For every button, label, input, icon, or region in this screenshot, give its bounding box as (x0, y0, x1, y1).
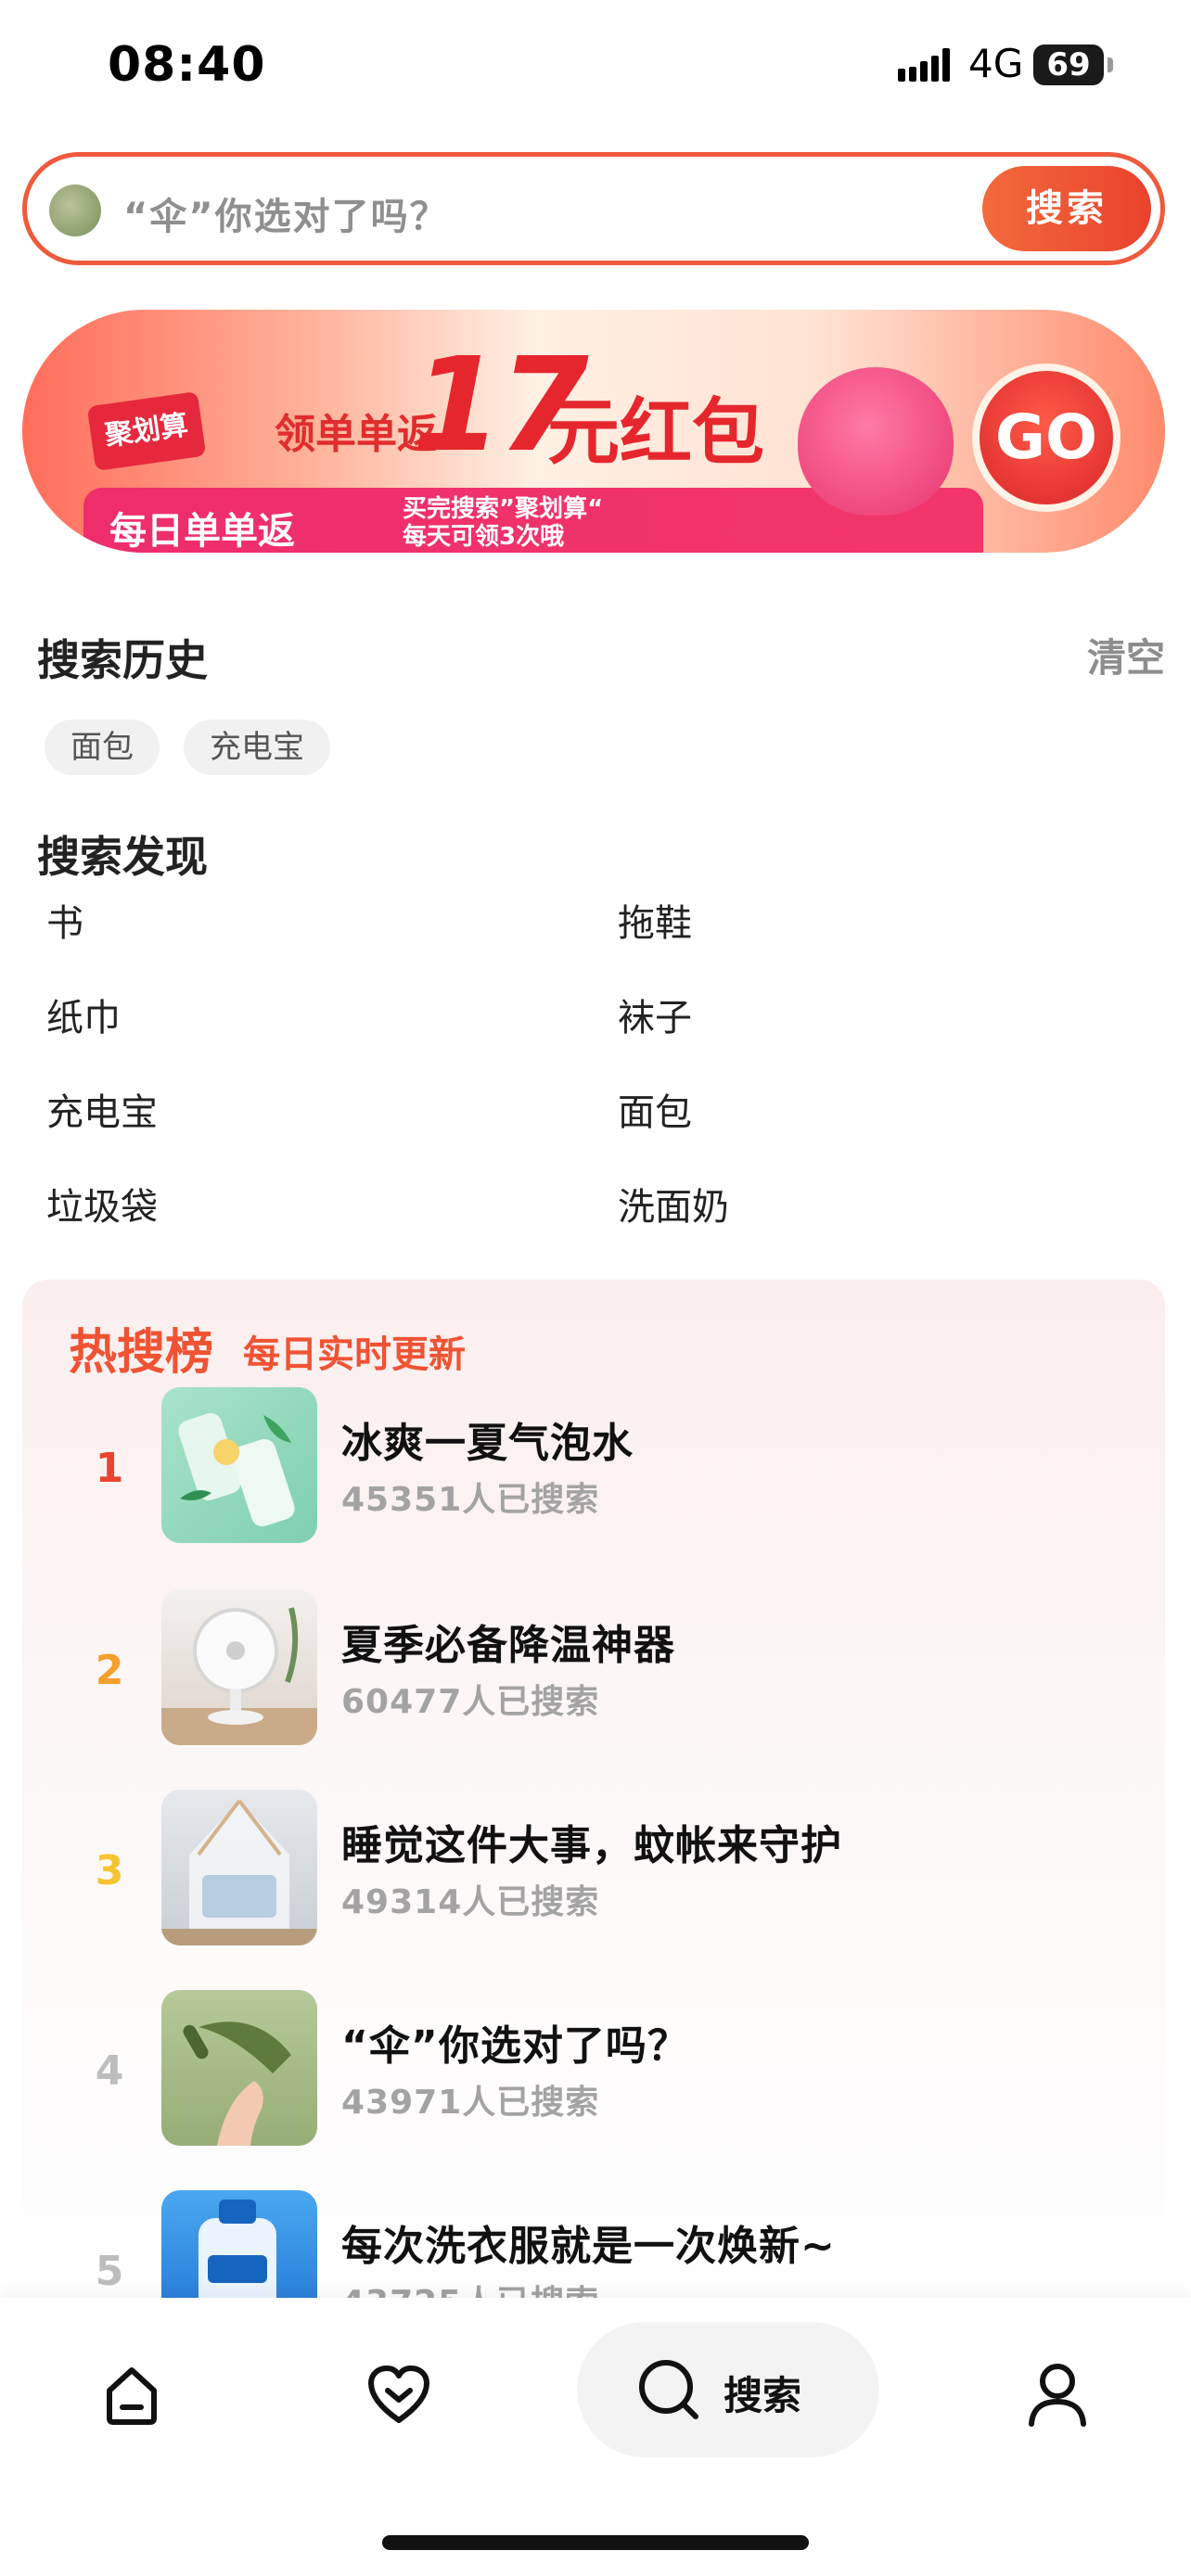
hot-title: 热搜榜 (69, 1325, 214, 1381)
status-time: 08:40 (108, 37, 266, 93)
battery-icon: 69 (1033, 45, 1104, 85)
home-indicator[interactable] (382, 2535, 809, 2550)
history-chips: 面包 充电宝 (45, 720, 330, 775)
history-title: 搜索历史 (37, 635, 208, 685)
banner-strip-title: 每日单单返 (109, 510, 295, 553)
history-chip[interactable]: 充电宝 (184, 720, 330, 775)
hot-item-title: “伞”你选对了吗？ (341, 2022, 689, 2070)
banner-strip-note-1: 买完搜索”聚划算“ (403, 495, 604, 523)
rank-number: 3 (95, 1847, 124, 1894)
octopus-mascot-icon (798, 367, 954, 516)
status-bar: 08:40 4G 69 (0, 0, 1191, 139)
discover-item[interactable]: 面包 (618, 1085, 1159, 1180)
hot-item-count: 45351人已搜索 (341, 1481, 600, 1519)
banner-strip-note-2: 每天可领3次哦 (403, 523, 565, 551)
clear-history-button[interactable]: 清空 (1087, 627, 1165, 683)
hot-list-item[interactable]: 4 “伞”你选对了吗？ 43971人已搜索 (22, 1990, 1165, 2148)
fan-thumbnail (161, 1589, 317, 1745)
nav-search-tab[interactable]: 搜索 (577, 2322, 879, 2457)
discover-item[interactable]: 拖鞋 (618, 896, 1159, 990)
umbrella-thumbnail-icon (49, 185, 101, 236)
search-bar[interactable]: “伞”你选对了吗？ 搜索 (22, 152, 1165, 265)
search-input[interactable]: “伞”你选对了吗？ (123, 186, 449, 240)
battery-tip (1108, 57, 1113, 72)
rank-number: 4 (95, 2047, 124, 2095)
signal-icon (898, 48, 950, 82)
hot-search-panel: 热搜榜 每日实时更新 1 冰爽一夏气泡水 45351人已搜索 2 夏季必备降温神… (22, 1280, 1165, 2318)
rank-number: 5 (95, 2248, 124, 2295)
promo-banner[interactable]: 聚划算 领单单返 17 元红包 每日单单返 买完搜索”聚划算“ 每天可领3次哦 … (22, 310, 1165, 553)
hot-list-item[interactable]: 3 睡觉这件大事，蚊帐来守护 49314人已搜索 (22, 1790, 1165, 1947)
discover-item[interactable]: 充电宝 (46, 1085, 618, 1180)
banner-unit: 元红包 (547, 391, 765, 475)
hot-item-title: 冰爽一夏气泡水 (341, 1420, 634, 1467)
discover-item[interactable]: 袜子 (618, 990, 1159, 1085)
hot-subtitle: 每日实时更新 (243, 1333, 466, 1376)
hot-list-item[interactable]: 1 冰爽一夏气泡水 45351人已搜索 (22, 1387, 1165, 1545)
heart-icon[interactable] (362, 2357, 436, 2431)
hot-list-item[interactable]: 2 夏季必备降温神器 60477人已搜索 (22, 1589, 1165, 1747)
hot-item-title: 每次洗衣服就是一次焕新~ (341, 2223, 836, 2270)
hot-item-count: 43971人已搜索 (341, 2084, 600, 2122)
discover-grid: 书 拖鞋 纸巾 袜子 充电宝 面包 垃圾袋 洗面奶 (46, 896, 1159, 1274)
search-icon (639, 2360, 698, 2419)
banner-tag: 聚划算 (86, 390, 207, 472)
bottom-nav: 搜索 (0, 2298, 1191, 2576)
hot-item-count: 49314人已搜索 (341, 1883, 600, 1921)
discover-item[interactable]: 垃圾袋 (46, 1180, 618, 1274)
nav-search-label: 搜索 (724, 2373, 802, 2418)
sparkling-water-thumbnail (161, 1387, 317, 1543)
hot-item-title: 睡觉这件大事，蚊帐来守护 (341, 1822, 842, 1869)
go-button[interactable]: GO (972, 363, 1121, 512)
discover-title: 搜索发现 (37, 832, 208, 882)
discover-item[interactable]: 洗面奶 (618, 1180, 1159, 1274)
mosquito-net-thumbnail (161, 1790, 317, 1945)
network-label: 4G (968, 41, 1024, 86)
umbrella-thumbnail (161, 1990, 317, 2146)
banner-strip-note: 买完搜索”聚划算“ 每天可领3次哦 (403, 495, 603, 551)
home-icon[interactable] (95, 2357, 169, 2431)
search-button[interactable]: 搜索 (982, 166, 1151, 251)
history-chip[interactable]: 面包 (45, 720, 160, 775)
rank-number: 1 (95, 1445, 124, 1492)
hot-item-count: 60477人已搜索 (341, 1683, 600, 1721)
discover-item[interactable]: 书 (46, 896, 618, 990)
user-icon[interactable] (1020, 2357, 1095, 2431)
rank-number: 2 (95, 1647, 124, 1694)
discover-item[interactable]: 纸巾 (46, 990, 618, 1085)
hot-item-title: 夏季必备降温神器 (341, 1622, 675, 1669)
